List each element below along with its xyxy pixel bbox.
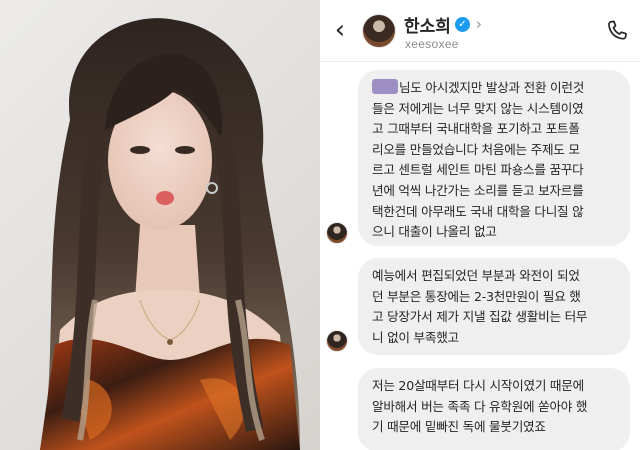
message-bubble[interactable]: 예능에서 편집되었던 부분과 와전이 되었 던 부분은 통장에는 2-3천만원이… xyxy=(358,258,630,355)
back-arrow-icon[interactable]: ‹ xyxy=(326,14,354,46)
message-row: 예능에서 편집되었던 부분과 와전이 되었 던 부분은 통장에는 2-3천만원이… xyxy=(320,258,640,358)
profile-photo xyxy=(0,0,320,450)
chat-header: ‹ 한소희 ✓ › xeesoxee xyxy=(320,0,640,62)
verified-badge-icon: ✓ xyxy=(454,16,470,32)
redaction-block xyxy=(372,79,398,94)
avatar[interactable] xyxy=(362,14,396,48)
message-text: 저는 20살때부터 다시 시작이였기 때문에 알바해서 버는 족족 다 유학원에… xyxy=(372,378,588,435)
sender-avatar xyxy=(326,330,348,352)
message-row: 저는 20살때부터 다시 시작이였기 때문에 알바해서 버는 족족 다 유학원에… xyxy=(320,368,640,450)
portrait-illustration xyxy=(40,18,300,450)
message-row: 님도 아시겠지만 발상과 전환 이런것 들은 저에게는 너무 맞지 않는 시스템… xyxy=(320,70,640,250)
direct-message-panel: ‹ 한소희 ✓ › xeesoxee 님도 아시겠지만 발상과 전환 이런것 들… xyxy=(320,0,640,450)
message-text: 예능에서 편집되었던 부분과 와전이 되었 던 부분은 통장에는 2-3천만원이… xyxy=(372,268,588,345)
contact-name[interactable]: 한소희 xyxy=(404,12,451,37)
chevron-right-icon[interactable]: › xyxy=(476,15,482,33)
phone-icon[interactable] xyxy=(604,18,630,44)
contact-handle: xeesoxee xyxy=(405,37,459,51)
message-bubble[interactable]: 저는 20살때부터 다시 시작이였기 때문에 알바해서 버는 족족 다 유학원에… xyxy=(358,368,630,450)
sender-avatar xyxy=(326,222,348,244)
contact-name-row[interactable]: 한소희 ✓ › xyxy=(404,12,482,37)
message-text: 님도 아시겠지만 발상과 전환 이런것 들은 저에게는 너무 맞지 않는 시스템… xyxy=(372,80,585,240)
message-bubble[interactable]: 님도 아시겠지만 발상과 전환 이런것 들은 저에게는 너무 맞지 않는 시스템… xyxy=(358,70,630,246)
